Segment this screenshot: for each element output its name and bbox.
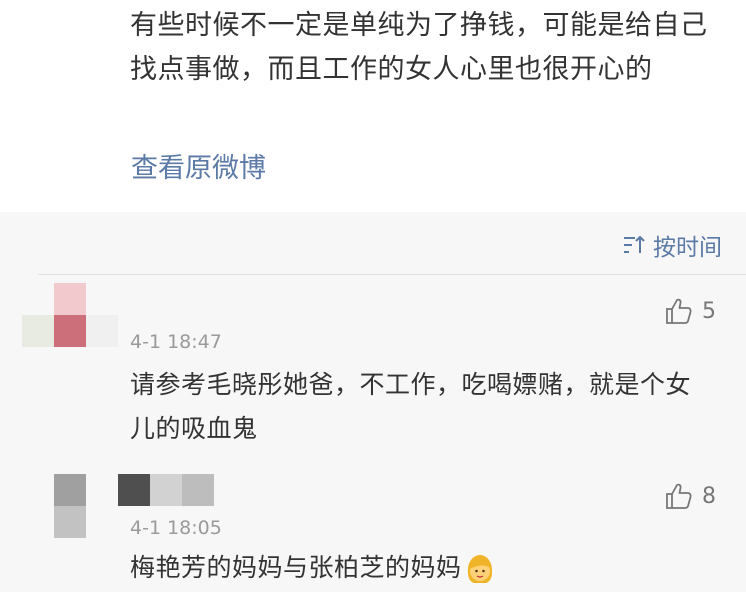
divider <box>38 274 746 275</box>
comment-text: 请参考毛晓彤她爸，不工作，吃喝嫖赌，就是个女儿的吸血鬼 <box>130 370 692 443</box>
like-button[interactable]: 5 <box>664 297 716 325</box>
sort-icon <box>624 236 645 253</box>
thumbs-up-icon <box>666 298 692 324</box>
comment-time: 4-1 18:47 <box>130 331 222 353</box>
like-count: 8 <box>702 483 716 509</box>
sort-label: 按时间 <box>653 235 722 261</box>
like-button[interactable]: 8 <box>664 482 716 510</box>
woman-face-emoji <box>467 555 492 583</box>
comment-text-content: 梅艳芳的妈妈与张柏芝的妈妈 <box>130 553 462 582</box>
comment-text: 梅艳芳的妈妈与张柏芝的妈妈 <box>130 546 710 590</box>
avatar[interactable] <box>22 283 118 347</box>
username[interactable] <box>118 474 214 506</box>
view-original-link[interactable]: 查看原微博 <box>131 151 266 187</box>
comment-time: 4-1 18:05 <box>130 517 222 539</box>
sort-by-time-button[interactable]: 按时间 <box>623 228 722 262</box>
like-count: 5 <box>702 298 716 324</box>
post-card: 有些时候不一定是单纯为了挣钱，可能是给自己找点事做，而且工作的女人心里也很开心的… <box>0 0 746 212</box>
avatar[interactable] <box>54 474 86 538</box>
post-text: 有些时候不一定是单纯为了挣钱，可能是给自己找点事做，而且工作的女人心里也很开心的 <box>130 10 708 85</box>
thumbs-up-icon <box>666 483 692 509</box>
